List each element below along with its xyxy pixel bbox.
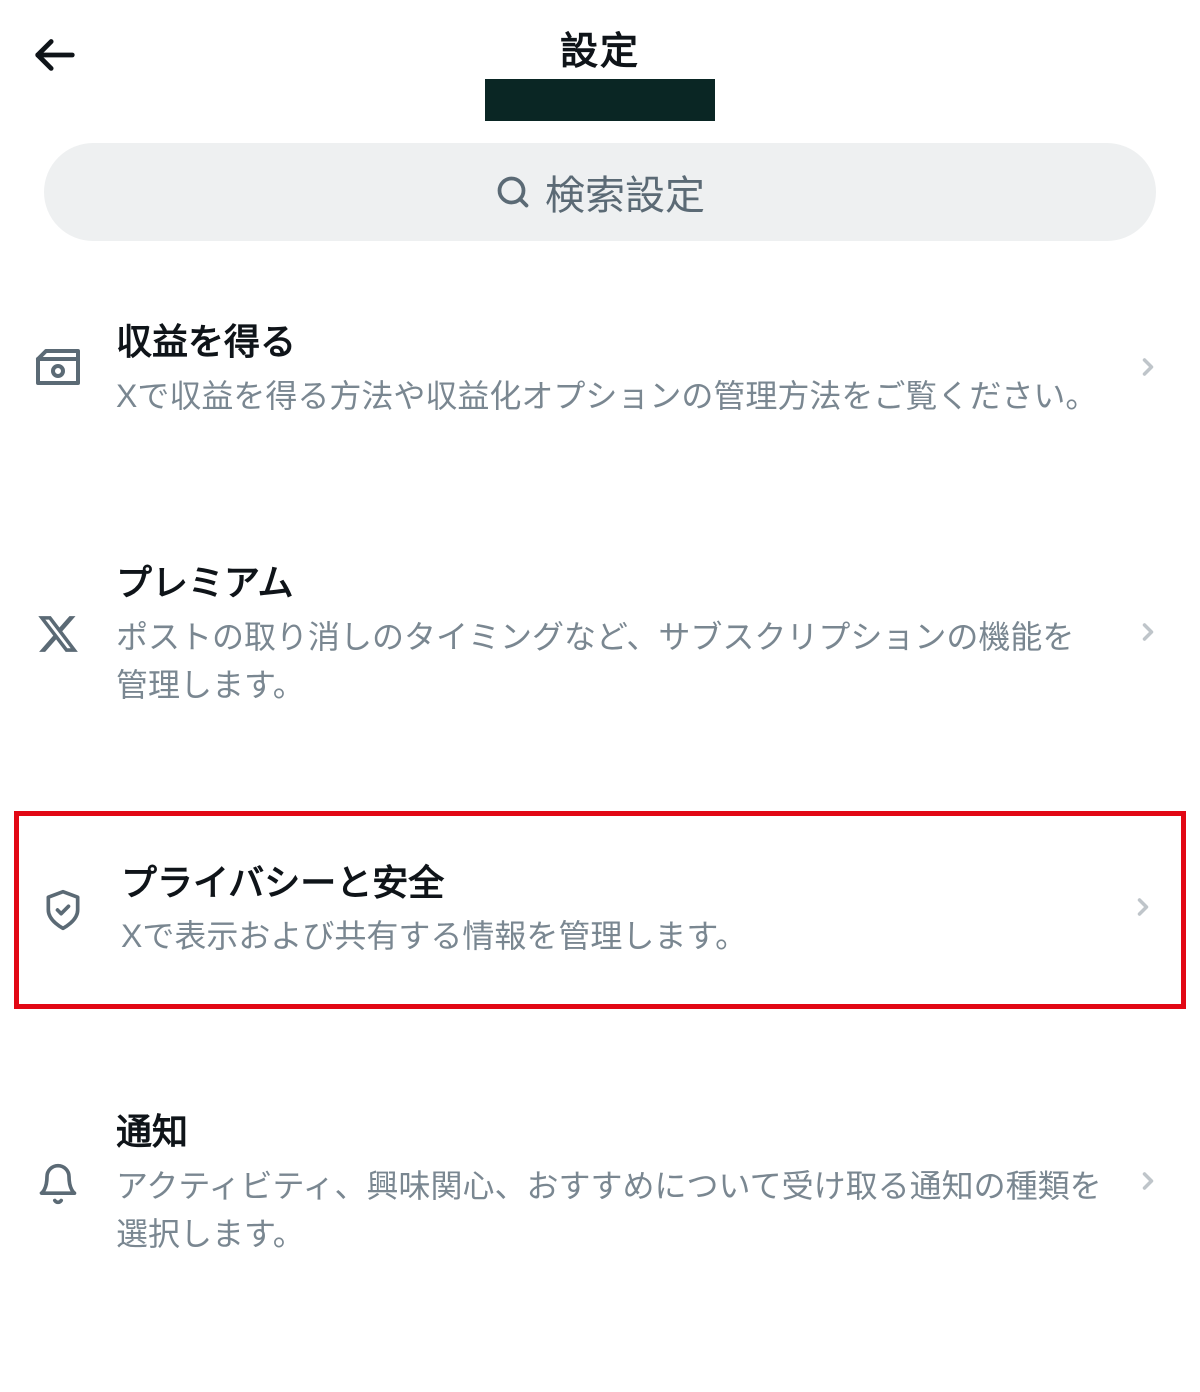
- chevron-right-icon: [1134, 353, 1162, 386]
- arrow-left-icon: [32, 32, 78, 78]
- chevron-right-icon: [1129, 893, 1157, 926]
- item-description: ポストの取り消しのタイミングなど、サブスクリプションの機能を管理します。: [116, 613, 1104, 709]
- item-title: プライバシーと安全: [121, 860, 1099, 907]
- redacted-username: [485, 79, 715, 121]
- chevron-right-icon: [1134, 1167, 1162, 1200]
- item-title: 通知: [116, 1109, 1104, 1156]
- item-title: プレミアム: [116, 560, 1104, 607]
- header-center: 設定: [485, 20, 715, 121]
- item-description: Xで収益を得る方法や収益化オプションの管理方法をご覧ください。: [116, 372, 1104, 420]
- settings-item-premium[interactable]: プレミアム ポストの取り消しのタイミングなど、サブスクリプションの機能を管理しま…: [14, 522, 1186, 749]
- search-icon: [495, 174, 531, 210]
- shield-check-icon: [35, 888, 91, 932]
- settings-list: 収益を得る Xで収益を得る方法や収益化オプションの管理方法をご覧ください。 プレ…: [0, 281, 1200, 1298]
- search-input[interactable]: 検索設定: [44, 143, 1156, 241]
- search-placeholder: 検索設定: [545, 163, 705, 221]
- x-logo-icon: [30, 612, 86, 656]
- money-icon: [30, 345, 86, 393]
- item-title: 収益を得る: [116, 319, 1104, 366]
- item-content: プレミアム ポストの取り消しのタイミングなど、サブスクリプションの機能を管理しま…: [116, 560, 1104, 709]
- bell-icon: [30, 1162, 86, 1206]
- chevron-right-icon: [1134, 618, 1162, 651]
- settings-item-privacy[interactable]: プライバシーと安全 Xで表示および共有する情報を管理します。: [14, 811, 1186, 1010]
- settings-item-notifications[interactable]: 通知 アクティビティ、興味関心、おすすめについて受け取る通知の種類を選択します。: [14, 1071, 1186, 1298]
- item-description: Xで表示および共有する情報を管理します。: [121, 912, 1099, 960]
- header: 設定: [0, 0, 1200, 131]
- settings-item-monetization[interactable]: 収益を得る Xで収益を得る方法や収益化オプションの管理方法をご覧ください。: [14, 281, 1186, 460]
- item-content: 通知 アクティビティ、興味関心、おすすめについて受け取る通知の種類を選択します。: [116, 1109, 1104, 1258]
- back-button[interactable]: [30, 30, 80, 80]
- item-description: アクティビティ、興味関心、おすすめについて受け取る通知の種類を選択します。: [116, 1162, 1104, 1258]
- search-container: 検索設定: [0, 131, 1200, 281]
- page-title: 設定: [560, 20, 640, 75]
- item-content: プライバシーと安全 Xで表示および共有する情報を管理します。: [121, 860, 1099, 961]
- item-content: 収益を得る Xで収益を得る方法や収益化オプションの管理方法をご覧ください。: [116, 319, 1104, 420]
